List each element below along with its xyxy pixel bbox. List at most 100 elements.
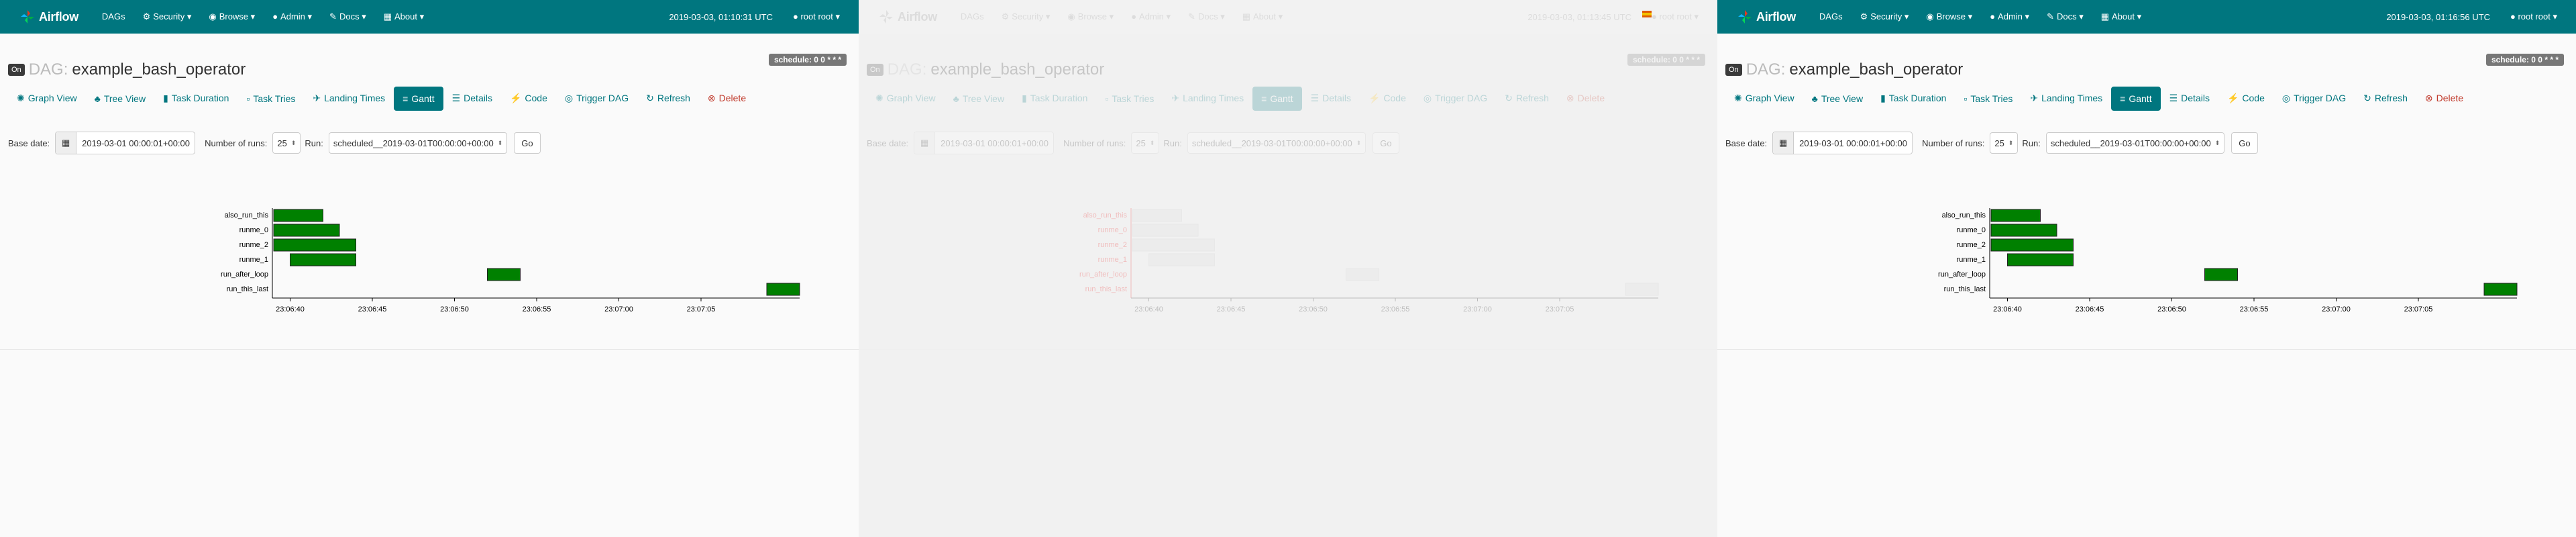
num-runs-select[interactable]: 25 ⬍ [1131, 132, 1160, 154]
tab-delete[interactable]: ⊗ Delete [699, 86, 755, 111]
dag-toggle-on[interactable]: On [8, 64, 25, 76]
run-select[interactable]: scheduled__2019-03-01T00:00:00+00:00 ⬍ [328, 132, 508, 154]
dag-toggle-on[interactable]: On [1725, 64, 1742, 76]
num-runs-select[interactable]: 25 ⬍ [1990, 132, 2019, 154]
tab-landing-times[interactable]: ✈ Landing Times [304, 86, 394, 111]
updown-icon: ⬍ [2214, 139, 2220, 146]
tab-trigger-dag[interactable]: ◎ Trigger DAG [2273, 86, 2355, 111]
tab-tree-view[interactable]: ♣ Tree View [86, 87, 154, 111]
num-runs-select[interactable]: 25 ⬍ [272, 132, 301, 154]
schedule-badge: schedule: 0 0 * * * [2485, 54, 2564, 66]
nav-security[interactable]: ⚙ Security ▾ [993, 11, 1059, 22]
nav-about[interactable]: ▦ About ▾ [2092, 11, 2150, 22]
tab-delete[interactable]: ⊗ Delete [2416, 86, 2472, 111]
tab-code[interactable]: ⚡ Code [2218, 86, 2273, 111]
tab-label: Refresh [2374, 93, 2408, 103]
tab-code[interactable]: ⚡ Code [501, 86, 556, 111]
nav-browse[interactable]: ◉ Browse ▾ [1059, 11, 1122, 22]
nav-dags[interactable]: DAGs [952, 11, 993, 22]
tab-delete[interactable]: ⊗ Delete [1558, 86, 1613, 111]
tab-gantt[interactable]: ≡ Gantt [1252, 86, 1302, 111]
nav-about[interactable]: ▦ About ▾ [1234, 11, 1291, 22]
dag-label: DAG: [887, 60, 927, 79]
nav-docs[interactable]: ✎ Docs ▾ [1179, 11, 1234, 22]
base-date-input[interactable]: ▦ 2019-03-01 00:00:01+00:00 [914, 132, 1055, 154]
calendar-icon[interactable]: ▦ [914, 132, 936, 154]
base-date-input[interactable]: ▦ 2019-03-01 00:00:01+00:00 [1772, 132, 1913, 154]
tab-label: Gantt [411, 93, 435, 104]
tab-tree-view[interactable]: ♣ Tree View [1803, 87, 1872, 111]
gantt-x-tick-label: 23:06:55 [2240, 305, 2269, 313]
tab-task-duration[interactable]: ▮ Task Duration [1013, 86, 1096, 111]
go-button[interactable]: Go [2231, 132, 2258, 154]
go-button[interactable]: Go [1373, 132, 1399, 154]
run-select[interactable]: scheduled__2019-03-01T00:00:00+00:00 ⬍ [2045, 132, 2225, 154]
nav-admin[interactable]: ● Admin ▾ [264, 11, 321, 22]
tab-gantt[interactable]: ≡ Gantt [2111, 86, 2161, 111]
nav-browse[interactable]: ◉ Browse ▾ [200, 11, 264, 22]
airflow-logo-icon [1738, 10, 1752, 23]
calendar-icon[interactable]: ▦ [1773, 132, 1794, 154]
user-menu[interactable]: ● root root ▾ [793, 11, 840, 22]
tab-task-tries[interactable]: ▫ Task Tries [1955, 87, 2021, 111]
tab-graph-view[interactable]: ✺ Graph View [1725, 86, 1803, 111]
tab-details[interactable]: ☰ Details [1302, 86, 1360, 111]
gantt-bar [1148, 253, 1215, 266]
square-icon: ▫ [1105, 93, 1109, 104]
brand-link[interactable]: Airflow [879, 9, 937, 24]
brand-link[interactable]: Airflow [1737, 9, 1796, 24]
nav-dags[interactable]: DAGs [1811, 11, 1851, 22]
tab-details[interactable]: ☰ Details [443, 86, 501, 111]
tab-trigger-dag[interactable]: ◎ Trigger DAG [1415, 86, 1496, 111]
align-left-icon: ≡ [2120, 93, 2126, 104]
user-icon: ● [1651, 11, 1660, 21]
nav-docs[interactable]: ✎ Docs ▾ [2038, 11, 2092, 22]
nav-docs-label: Docs [339, 11, 360, 21]
brand-link[interactable]: Airflow [20, 9, 78, 24]
run-label: Run: [1163, 138, 1182, 148]
tab-task-tries[interactable]: ▫ Task Tries [1096, 87, 1163, 111]
tab-refresh[interactable]: ↻ Refresh [2355, 86, 2416, 111]
tab-code[interactable]: ⚡ Code [1360, 86, 1415, 111]
nav-docs[interactable]: ✎ Docs ▾ [321, 11, 375, 22]
gantt-task-label: run_after_loop [1079, 271, 1127, 279]
user-menu[interactable]: ● root root ▾ [2510, 11, 2557, 22]
tab-refresh[interactable]: ↻ Refresh [1496, 86, 1558, 111]
go-button[interactable]: Go [514, 132, 541, 154]
gantt-chart: also_run_this runme_0 runme_2 runme_1 run_af… [1079, 208, 1659, 313]
nav-admin[interactable]: ● Admin ▾ [1981, 11, 2038, 22]
tab-refresh[interactable]: ↻ Refresh [637, 86, 699, 111]
tab-gantt[interactable]: ≡ Gantt [394, 86, 443, 111]
run-select[interactable]: scheduled__2019-03-01T00:00:00+00:00 ⬍ [1187, 132, 1366, 154]
tab-details[interactable]: ☰ Details [2161, 86, 2218, 111]
num-runs-value: 25 [1994, 138, 2004, 148]
nav-about[interactable]: ▦ About ▾ [375, 11, 433, 22]
tab-trigger-dag[interactable]: ◎ Trigger DAG [556, 86, 637, 111]
tab-tree-view[interactable]: ♣ Tree View [945, 87, 1013, 111]
plane-icon: ✈ [313, 93, 321, 103]
calendar-icon[interactable]: ▦ [56, 132, 77, 154]
nav-dags[interactable]: DAGs [93, 11, 134, 22]
plane-icon: ✈ [1171, 93, 1180, 103]
nav-menu: DAGs ⚙ Security ▾ ◉ Browse ▾ ● Admin ▾ ✎ Doc… [1811, 11, 2150, 22]
base-date-input[interactable]: ▦ 2019-03-01 00:00:01+00:00 [55, 132, 196, 154]
nav-security[interactable]: ⚙ Security ▾ [1851, 11, 1918, 22]
panel-1: Airflow DAGs ⚙ Security ▾ ◉ Browse ▾ ● Admi… [0, 0, 859, 537]
dag-toggle-on[interactable]: On [867, 64, 883, 76]
tab-task-tries[interactable]: ▫ Task Tries [237, 87, 304, 111]
tab-graph-view[interactable]: ✺ Graph View [867, 86, 945, 111]
tab-task-duration[interactable]: ▮ Task Duration [154, 86, 237, 111]
tab-label: Delete [2436, 93, 2464, 103]
nav-security[interactable]: ⚙ Security ▾ [134, 11, 201, 22]
tab-landing-times[interactable]: ✈ Landing Times [1163, 86, 1252, 111]
user-menu[interactable]: ● root root ▾ [1652, 11, 1699, 22]
tab-task-duration[interactable]: ▮ Task Duration [1872, 86, 1955, 111]
gantt-task-label: runme_0 [1957, 226, 1986, 234]
cursor-flag-icon [1642, 11, 1652, 17]
nav-admin[interactable]: ● Admin ▾ [1122, 11, 1179, 22]
brand-name: Airflow [39, 9, 78, 23]
nav-browse[interactable]: ◉ Browse ▾ [1917, 11, 1981, 22]
tab-landing-times[interactable]: ✈ Landing Times [2021, 86, 2111, 111]
tab-graph-view[interactable]: ✺ Graph View [8, 86, 86, 111]
gantt-bar [1132, 224, 1199, 237]
